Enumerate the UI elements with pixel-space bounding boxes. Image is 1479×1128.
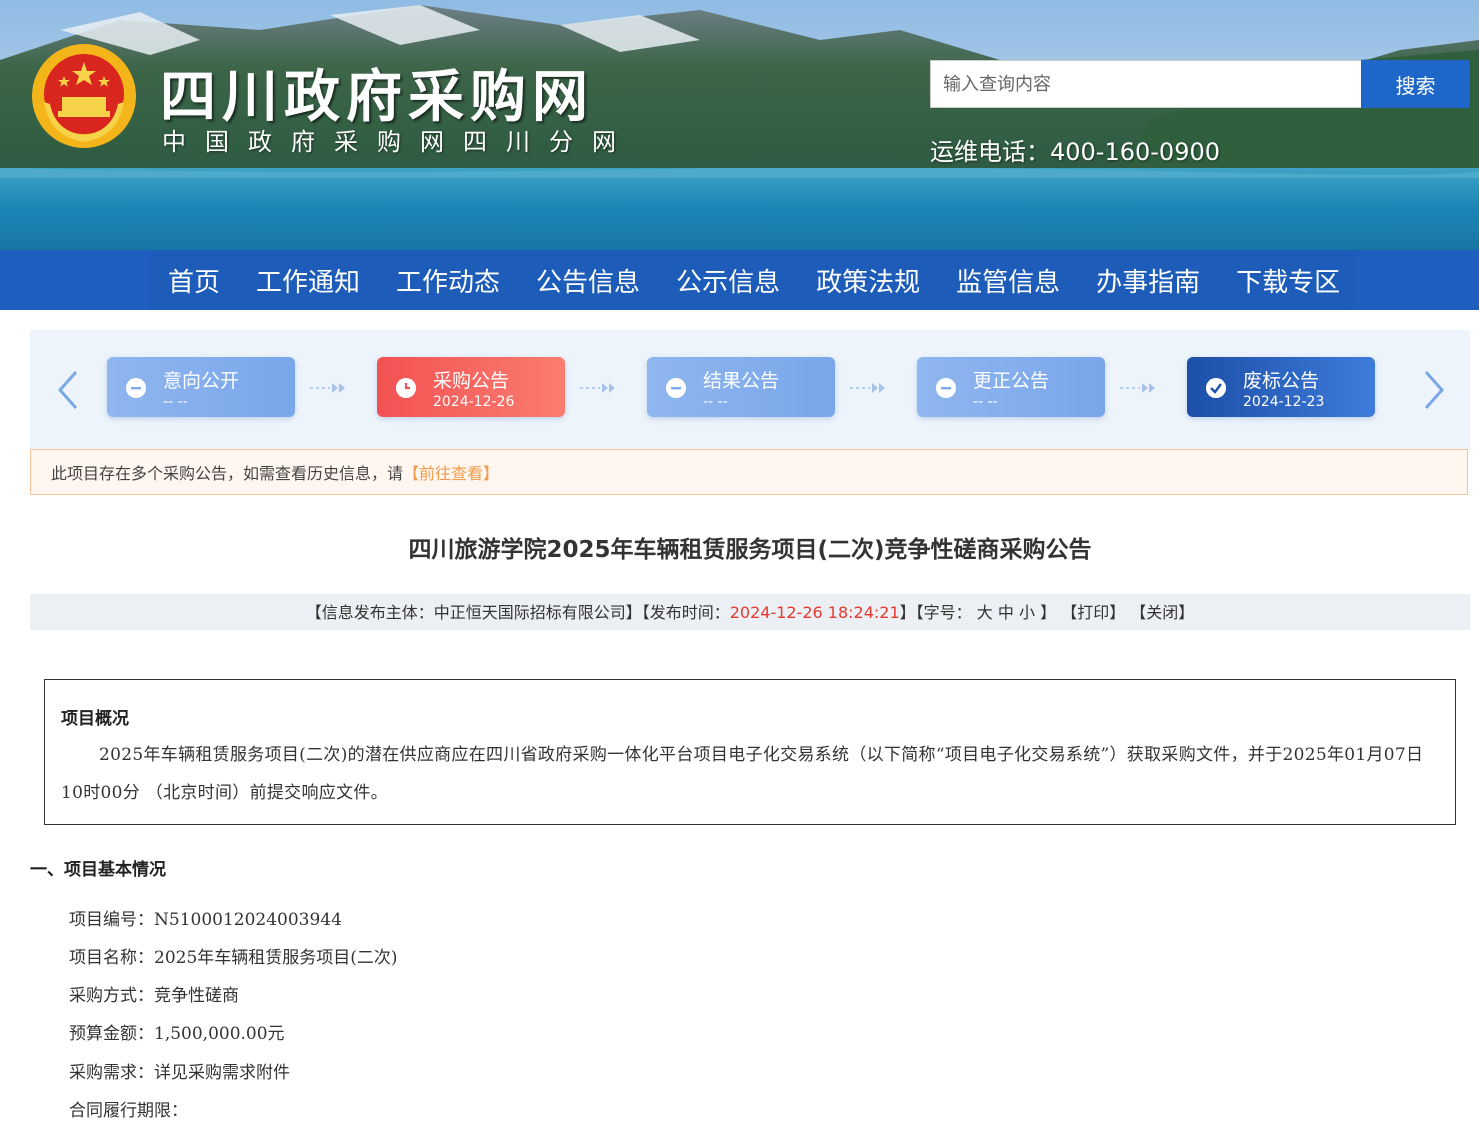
clock-icon (396, 378, 416, 398)
nav-item-work-news[interactable]: 工作动态 (378, 250, 518, 310)
step-date: 2024-12-23 (1243, 394, 1325, 410)
notice-text: 此项目存在多个采购公告，如需查看历史信息，请 (51, 464, 404, 483)
national-emblem-icon (32, 44, 136, 148)
step-label: 结果公告 (703, 370, 780, 392)
nav-item-guide[interactable]: 办事指南 (1078, 250, 1218, 310)
step-intention[interactable]: 意向公开 -- -- (107, 357, 295, 417)
article-meta: 【信息发布主体：中正恒天国际招标有限公司】【发布时间：2024-12-26 18… (30, 594, 1470, 630)
nav-item-policy[interactable]: 政策法规 (798, 250, 938, 310)
step-failed-bid[interactable]: 废标公告 2024-12-23 (1187, 357, 1375, 417)
minus-circle-icon (126, 378, 146, 398)
section-title: 一、项目基本情况 (30, 860, 166, 880)
announcement-timeline: 意向公开 -- -- 采购公告 2024-12-26 结果公告 -- -- 更正… (30, 330, 1470, 450)
page-title: 四川旅游学院2025年车辆租赁服务项目(二次)竞争性磋商采购公告 (408, 537, 1092, 563)
step-label: 更正公告 (973, 370, 1050, 392)
publish-time: 2024-12-26 18:24:21 (729, 603, 900, 622)
font-medium-button[interactable]: 中 (998, 603, 1014, 622)
double-arrow-icon (1120, 383, 1155, 393)
site-subtitle: 中国政府采购网四川分网 (162, 128, 635, 156)
main-nav: 首页 工作通知 工作动态 公告信息 公示信息 政策法规 监管信息 办事指南 下载… (0, 250, 1479, 310)
double-arrow-icon (310, 383, 345, 393)
publisher-info: 【信息发布主体：中正恒天国际招标有限公司】【发布时间： (305, 603, 730, 622)
step-correction[interactable]: 更正公告 -- -- (917, 357, 1105, 417)
nav-item-publicity[interactable]: 公示信息 (658, 250, 798, 310)
overview-heading: 项目概况 (61, 709, 129, 729)
step-date: -- -- (703, 394, 728, 410)
info-budget: 预算金额：1,500,000.00元 (69, 1024, 285, 1044)
header-banner: 四川政府采购网 中国政府采购网四川分网 搜索 运维电话：400-160-0900 (0, 0, 1479, 250)
minus-circle-icon (936, 378, 956, 398)
font-small-button[interactable]: 小 (1019, 603, 1035, 622)
nav-item-downloads[interactable]: 下载专区 (1218, 250, 1358, 310)
site-title: 四川政府采购网 (160, 65, 594, 130)
step-label: 废标公告 (1243, 370, 1320, 392)
history-notice: 此项目存在多个采购公告，如需查看历史信息，请【前往查看】 (30, 449, 1468, 495)
project-overview-box: 项目概况 2025年车辆租赁服务项目(二次)的潜在供应商应在四川省政府采购一体化… (44, 679, 1456, 825)
step-procurement[interactable]: 采购公告 2024-12-26 (377, 357, 565, 417)
step-label: 意向公开 (163, 370, 240, 392)
chevron-right-icon[interactable] (1418, 368, 1448, 412)
view-history-link[interactable]: 【前往查看】 (403, 464, 499, 483)
info-project-name: 项目名称：2025年车辆租赁服务项目(二次) (69, 948, 398, 968)
nav-item-home[interactable]: 首页 (150, 250, 238, 310)
nav-item-work-notice[interactable]: 工作通知 (238, 250, 378, 310)
overview-paragraph: 2025年车辆租赁服务项目(二次)的潜在供应商应在四川省政府采购一体化平台项目电… (61, 745, 1424, 803)
font-large-button[interactable]: 大 (977, 603, 993, 622)
print-button[interactable]: 【打印】 (1061, 603, 1125, 622)
step-date: 2024-12-26 (433, 394, 515, 410)
close-button[interactable]: 【关闭】 (1130, 603, 1194, 622)
info-contract-period: 合同履行期限： (69, 1101, 188, 1121)
nav-item-announcements[interactable]: 公告信息 (518, 250, 658, 310)
info-procurement-method: 采购方式：竞争性磋商 (69, 986, 239, 1006)
font-size-prefix: 】【字号： (899, 603, 972, 622)
info-project-number: 项目编号：N5100012024003944 (69, 910, 342, 930)
chevron-left-icon[interactable] (54, 368, 84, 412)
info-requirements: 采购需求：详见采购需求附件 (69, 1063, 290, 1083)
step-result[interactable]: 结果公告 -- -- (647, 357, 835, 417)
step-date: -- -- (163, 394, 188, 410)
nav-list: 首页 工作通知 工作动态 公告信息 公示信息 政策法规 监管信息 办事指南 下载… (150, 250, 1359, 310)
step-label: 采购公告 (433, 370, 510, 392)
step-date: -- -- (973, 394, 998, 410)
nav-item-supervision[interactable]: 监管信息 (938, 250, 1078, 310)
minus-circle-icon (666, 378, 686, 398)
double-arrow-icon (580, 383, 615, 393)
font-size-suffix: 】 (1040, 603, 1057, 622)
search-button[interactable]: 搜索 (1361, 60, 1470, 108)
search-input[interactable] (930, 60, 1361, 108)
check-circle-icon (1206, 378, 1226, 398)
double-arrow-icon (850, 383, 885, 393)
search-bar: 搜索 (930, 60, 1470, 108)
hotline-text: 运维电话：400-160-0900 (930, 138, 1221, 166)
